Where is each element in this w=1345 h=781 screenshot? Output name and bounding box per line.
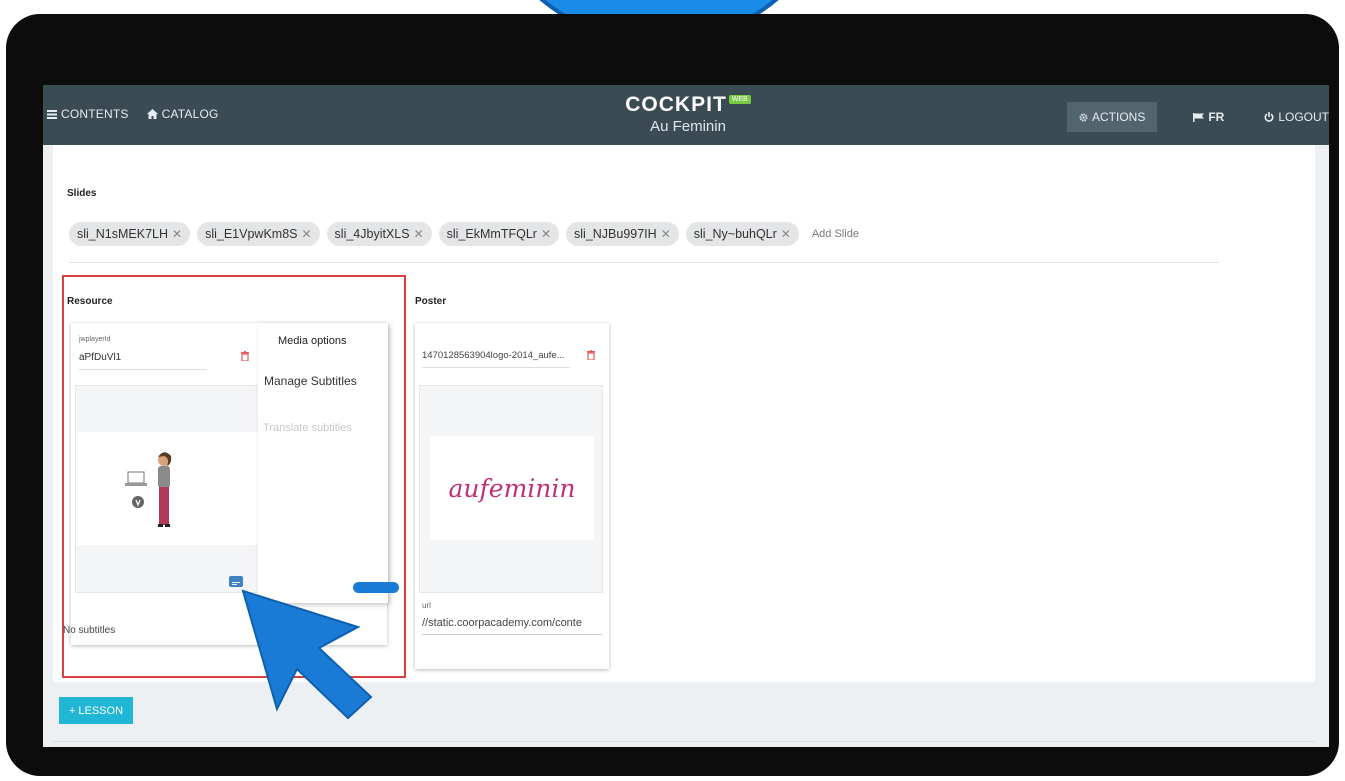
add-lesson-button[interactable]: + LESSON [59,697,133,724]
device-frame: CONTENTS CATALOG COCKPITWEB Au Feminin [6,14,1339,776]
gear-icon [1079,112,1088,122]
url-field-label: url [422,601,431,610]
add-slide-input[interactable]: Add Slide [806,222,865,246]
contents-menu-button[interactable]: CONTENTS [47,107,129,121]
media-options-title: Media options [278,335,347,347]
slide-chip[interactable]: sli_E1VpwKm8S ✕ [197,222,320,246]
logout-label: LOGOUT [1278,110,1329,124]
hamburger-icon [47,109,57,119]
home-icon [146,109,158,119]
actions-button[interactable]: ACTIONS [1066,102,1158,132]
jwplayer-id-input[interactable]: aPfDuVl1 [79,352,207,370]
top-navbar: CONTENTS CATALOG COCKPITWEB Au Feminin [43,85,1329,145]
brand-badge: WEB [728,95,751,104]
aufeminin-logo: aufeminin [430,436,594,540]
slide-chip[interactable]: sli_4JbyitXLS ✕ [326,222,432,246]
slide-chip-label: sli_EkMmTFQLr [446,227,537,241]
trash-icon[interactable] [241,351,249,361]
slide-chip[interactable]: sli_N1sMEK7LH ✕ [69,222,191,246]
power-icon [1264,112,1274,122]
catalog-link[interactable]: CATALOG [146,107,219,121]
add-lesson-label: LESSON [78,704,124,717]
poster-heading: Poster [415,296,447,307]
media-options-menu: Media options Manage Subtitles Translate… [258,323,388,603]
language-button[interactable]: FR [1193,110,1224,124]
remove-chip-icon[interactable]: ✕ [541,227,551,241]
slides-chip-list: sli_N1sMEK7LH ✕ sli_E1VpwKm8S ✕ sli_4Jbyit… [69,222,1219,263]
url-input[interactable]: //static.coorpacademy.com/conte [422,617,602,635]
logout-button[interactable]: LOGOUT [1264,110,1329,124]
language-label: FR [1208,110,1225,124]
subtitles-status: No subtitles [63,625,116,636]
nav-right: ACTIONS FR LOGOUT [1066,102,1329,132]
slide-chip-label: sli_E1VpwKm8S [205,227,298,241]
actions-label: ACTIONS [1091,110,1146,124]
remove-chip-icon[interactable]: ✕ [414,227,424,241]
remove-chip-icon[interactable]: ✕ [172,227,182,241]
poster-filename: 1470128563904logo-2014_aufe... [422,350,570,368]
slide-chip-label: sli_NJBu997IH [574,227,657,241]
slide-chip[interactable]: sli_EkMmTFQLr ✕ [438,222,559,246]
plus-icon: + [68,704,76,717]
video-thumbnail [75,385,261,593]
remove-chip-icon[interactable]: ✕ [301,227,311,241]
slide-chip[interactable]: sli_NJBu997IH ✕ [566,222,679,246]
poster-image: aufeminin [419,385,603,593]
translate-subtitles-item[interactable]: Translate subtitles [263,422,352,434]
pointer-arrow-icon [241,589,373,720]
divider [53,741,1315,742]
thumbnail-image [76,432,260,545]
jwplayer-field-label: jwplayerId [79,336,111,343]
brand-name: COCKPIT [625,93,727,116]
manage-subtitles-item[interactable]: Manage Subtitles [264,374,357,388]
flag-icon [1193,112,1205,122]
trash-icon[interactable] [587,350,595,360]
brand-subtitle: Au Feminin [650,118,726,135]
nav-left: CONTENTS CATALOG [47,107,219,121]
catalog-label: CATALOG [161,107,219,121]
brand: COCKPIT WEB Au Feminin [603,93,773,135]
brand-logo: COCKPIT WEB [603,93,773,117]
slide-chip-label: sli_Ny~buhQLr [693,227,777,241]
slide-chip-label: sli_N1sMEK7LH [77,227,169,241]
remove-chip-icon[interactable]: ✕ [781,227,791,241]
person-illustration-icon [125,452,172,527]
slides-heading: Slides [67,188,97,199]
poster-card: 1470128563904logo-2014_aufe... aufeminin… [415,323,609,669]
slide-chip[interactable]: sli_Ny~buhQLr ✕ [685,222,799,246]
remove-chip-icon[interactable]: ✕ [661,227,671,241]
slide-chip-label: sli_4JbyitXLS [334,227,410,241]
contents-label: CONTENTS [61,107,129,121]
